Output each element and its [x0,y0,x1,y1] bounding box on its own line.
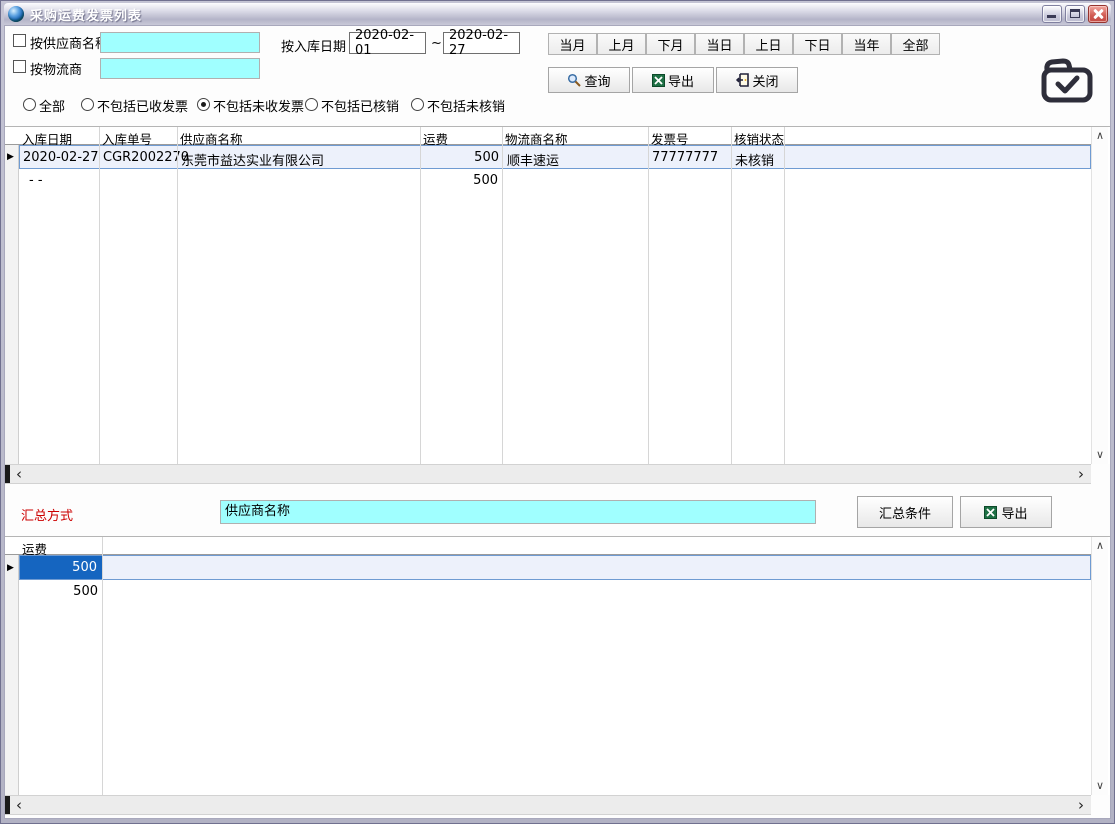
horizontal-scrollbar[interactable]: ‹ › [5,795,1091,815]
date-range-label: 按入库日期 [281,36,346,55]
cell-freight: 500 [421,150,499,165]
supplier-filter-input[interactable] [100,32,260,53]
app-globe-icon [8,6,24,22]
invoice-table-header: 入库日期 入库单号 供应商名称 运费 物流商名称 发票号 核销状态 [5,127,1091,145]
search-icon [567,73,581,87]
scrollbar-splitter[interactable] [5,465,10,483]
table-row[interactable]: - - 500 [5,169,1091,193]
logistics-filter-label: 按物流商 [30,59,82,78]
row-selector-gutter [5,537,19,795]
form-body: 按供应商名称 按物流商 按入库日期 2020-02-01 ~ 2020-02-2… [4,25,1111,819]
cell-freight-selected: 500 [20,556,103,579]
quick-button-current-month[interactable]: 当月 [548,33,597,55]
window-title: 采购运费发票列表 [30,5,1039,24]
quick-button-next-day[interactable]: 下日 [793,33,842,55]
summary-table: ▶ 运费 500 500 ∧ ∨ [5,536,1110,795]
radio-exclude-writtenoff[interactable] [305,98,318,111]
query-button-label: 查询 [584,71,610,90]
quick-button-prev-month[interactable]: 上月 [597,33,646,55]
app-window: 采购运费发票列表 按供应商名称 按物流商 按入库日期 2020-02-01 ~ … [0,0,1115,824]
close-icon [1092,8,1104,20]
query-button[interactable]: 查询 [548,67,630,93]
maximize-icon [1070,9,1080,18]
summary-table-header: 运费 [5,537,1091,555]
excel-icon [984,506,997,519]
summary-mode-label: 汇总方式 [21,505,73,524]
radio-exclude-unreceived-label: 不包括未收发票 [213,96,304,115]
supplier-filter-checkbox[interactable] [13,34,26,47]
close-form-button[interactable]: 关闭 [716,67,798,93]
logistics-filter-input[interactable] [100,58,260,79]
radio-all[interactable] [23,98,36,111]
quick-button-current-year[interactable]: 当年 [842,33,891,55]
summary-export-label: 导出 [1001,503,1027,522]
maximize-button[interactable] [1065,5,1085,23]
scroll-down-icon[interactable]: ∨ [1092,779,1108,793]
scroll-right-icon[interactable]: › [1073,796,1089,814]
close-form-button-label: 关闭 [752,71,778,90]
grid-column-line [784,127,785,464]
scroll-left-icon[interactable]: ‹ [11,796,27,814]
grid-column-line [420,127,421,464]
grid-column-line [177,127,178,464]
summary-condition-button[interactable]: 汇总条件 [857,496,953,528]
cell-logistics: 顺丰速运 [507,150,559,169]
export-button[interactable]: 导出 [632,67,714,93]
summary-mode-input[interactable]: 供应商名称 [220,500,816,524]
minimize-button[interactable] [1042,5,1062,23]
cell-freight: 500 [420,173,498,188]
folder-check-logo-icon [1037,58,1097,106]
scroll-up-icon[interactable]: ∧ [1092,539,1108,553]
date-to-input[interactable]: 2020-02-27 [443,32,520,54]
quick-button-current-day[interactable]: 当日 [695,33,744,55]
quick-button-all[interactable]: 全部 [891,33,940,55]
table-row[interactable]: 2020-02-27 CGR2002270 东莞市益达实业有限公司 500 顺丰… [19,145,1091,169]
radio-exclude-writtenoff-label: 不包括已核销 [321,96,399,115]
close-button[interactable] [1088,5,1108,23]
scroll-down-icon[interactable]: ∨ [1092,448,1108,462]
scroll-left-icon[interactable]: ‹ [11,465,27,483]
exit-door-icon [735,73,749,87]
cell-supplier: 东莞市益达实业有限公司 [181,150,324,169]
supplier-filter-label: 按供应商名称 [30,33,108,52]
titlebar[interactable]: 采购运费发票列表 [4,3,1111,25]
table-row[interactable]: 500 [19,555,1091,580]
cell-freight: 500 [19,584,98,599]
grid-column-line [648,127,649,464]
cell-invoice-no: 77777777 [652,150,718,165]
invoice-table: ▶ 入库日期 入库单号 供应商名称 运费 物流商名称 发票号 核销状态 2020… [5,126,1110,464]
table-row[interactable]: 500 [5,580,1091,604]
excel-icon [652,74,665,87]
scrollbar-splitter[interactable] [5,796,10,814]
quick-button-prev-day[interactable]: 上日 [744,33,793,55]
grid-column-line [502,127,503,464]
date-separator: ~ [431,36,442,51]
selected-row-marker-icon: ▶ [7,563,14,573]
horizontal-scrollbar[interactable]: ‹ › [5,464,1091,484]
radio-exclude-unwrittenoff-label: 不包括未核销 [427,96,505,115]
scroll-up-icon[interactable]: ∧ [1092,129,1108,143]
date-from-input[interactable]: 2020-02-01 [349,32,426,54]
logistics-filter-checkbox[interactable] [13,60,26,73]
quick-button-next-month[interactable]: 下月 [646,33,695,55]
grid-column-line [731,127,732,464]
radio-exclude-unwrittenoff[interactable] [411,98,424,111]
export-button-label: 导出 [668,71,694,90]
minimize-icon [1047,15,1056,18]
summary-export-button[interactable]: 导出 [960,496,1052,528]
grid-column-line [99,127,100,464]
radio-exclude-received[interactable] [81,98,94,111]
cell-status: 未核销 [735,150,774,169]
selected-row-marker-icon: ▶ [7,152,14,162]
vertical-scrollbar[interactable]: ∧ ∨ [1091,127,1108,464]
vertical-scrollbar[interactable]: ∧ ∨ [1091,537,1108,795]
summary-condition-label: 汇总条件 [879,503,931,522]
cell-date: 2020-02-27 [23,150,99,165]
scroll-right-icon[interactable]: › [1073,465,1089,483]
radio-exclude-unreceived[interactable] [197,98,210,111]
radio-all-label: 全部 [39,96,65,115]
cell-date: - - [29,173,43,188]
radio-exclude-received-label: 不包括已收发票 [97,96,188,115]
grid-column-line [102,537,103,795]
